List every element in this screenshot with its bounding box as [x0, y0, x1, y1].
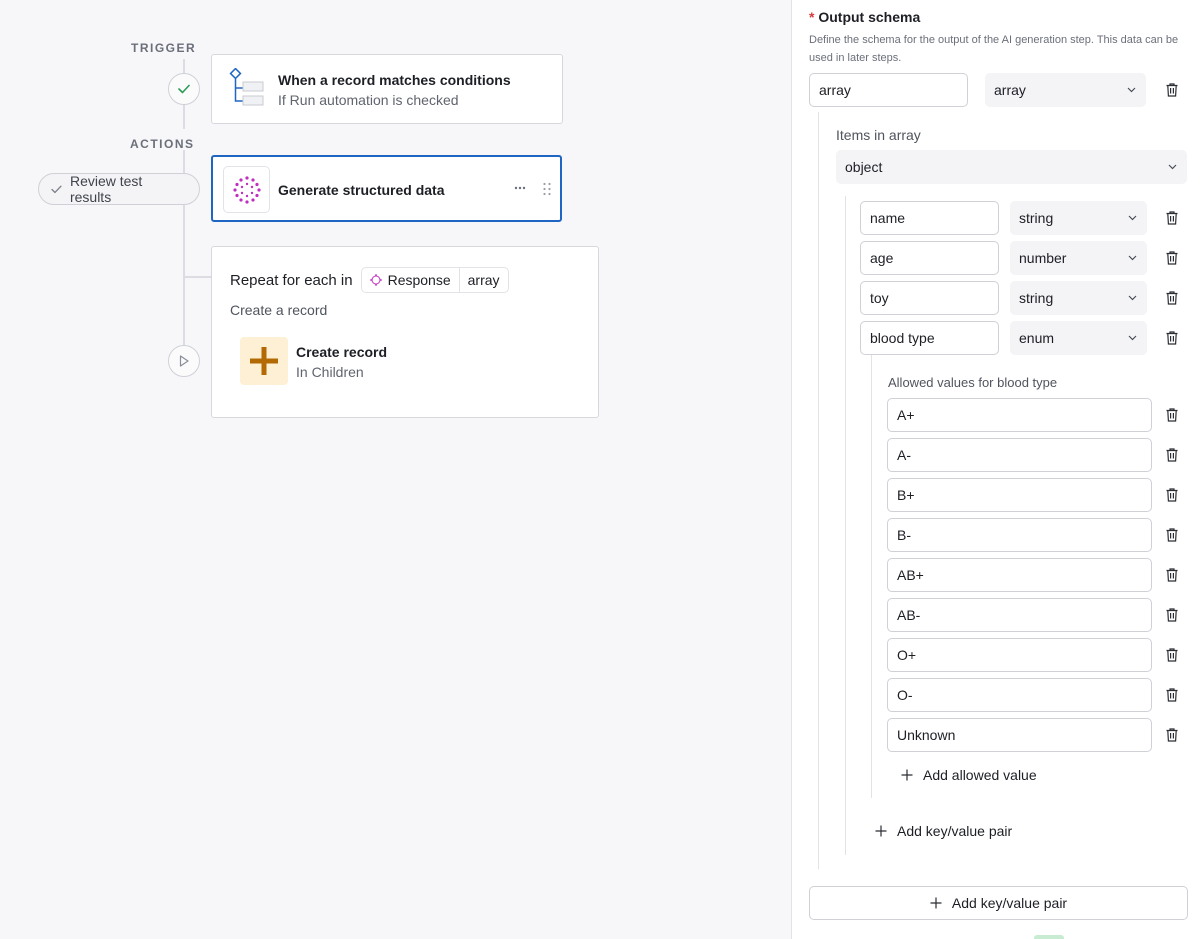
- trash-icon[interactable]: [1164, 487, 1180, 503]
- trigger-section-label: TRIGGER: [131, 41, 197, 55]
- nesting-guide: [871, 355, 872, 798]
- check-icon: [51, 185, 62, 193]
- root-type-select[interactable]: array: [985, 73, 1146, 107]
- items-in-array-label: Items in array: [836, 127, 921, 143]
- add-allowed-value-button[interactable]: Add allowed value: [901, 767, 1037, 783]
- field-type-select[interactable]: enum: [1010, 321, 1147, 355]
- trash-icon[interactable]: [1164, 447, 1180, 463]
- field-type-select[interactable]: string: [1010, 281, 1147, 315]
- scroll-indicator: [1034, 935, 1064, 939]
- allowed-value-input[interactable]: Unknown: [887, 718, 1152, 752]
- drag-handle-icon[interactable]: [542, 182, 552, 196]
- automation-canvas: TRIGGER ACTIONS When a record matches co…: [0, 0, 791, 939]
- check-icon: [178, 84, 190, 94]
- root-name-input[interactable]: array: [809, 73, 968, 107]
- allowed-values-label: Allowed values for blood type: [888, 375, 1058, 390]
- field-type-value: enum: [1019, 330, 1055, 346]
- trash-icon[interactable]: [1164, 527, 1180, 543]
- trash-icon[interactable]: [1164, 82, 1180, 98]
- create-record-title: Create record: [296, 344, 388, 360]
- chevron-down-icon: [1128, 215, 1137, 221]
- play-icon: [179, 355, 189, 367]
- plus-icon: [240, 337, 288, 385]
- ellipsis-icon[interactable]: [513, 181, 527, 195]
- repeat-for-each-card[interactable]: Repeat for each in Response array Create…: [211, 246, 599, 418]
- field-type-value: string: [1019, 210, 1054, 226]
- field-name-input[interactable]: blood type: [860, 321, 999, 355]
- test-step-button[interactable]: [168, 345, 200, 377]
- chevron-down-icon: [1128, 335, 1137, 341]
- review-test-results-label: Review test results: [69, 173, 143, 205]
- ai-step-title: Generate structured data: [278, 182, 445, 198]
- allowed-value-input[interactable]: B-: [887, 518, 1152, 552]
- output-schema-description: Define the schema for the output of the …: [809, 34, 1179, 64]
- trigger-subtitle: If Run automation is checked: [278, 92, 459, 108]
- trigger-card[interactable]: When a record matches conditions If Run …: [211, 54, 563, 124]
- ai-sparkle-icon: [369, 274, 382, 286]
- repeat-title: Repeat for each in: [230, 271, 353, 289]
- chevron-down-icon: [1168, 164, 1177, 170]
- required-marker: *: [809, 9, 815, 25]
- chevron-down-icon: [1128, 295, 1137, 301]
- trigger-success-indicator: [168, 73, 200, 105]
- field-type-select[interactable]: string: [1010, 201, 1147, 235]
- trash-icon[interactable]: [1164, 647, 1180, 663]
- allowed-value-input[interactable]: O+: [887, 638, 1152, 672]
- root-type-value: array: [994, 82, 1026, 98]
- allowed-value-input[interactable]: A+: [887, 398, 1152, 432]
- add-key-value-pair-inner-button[interactable]: Add key/value pair: [875, 823, 1012, 839]
- connector-branch: [183, 276, 213, 278]
- field-name-input[interactable]: age: [860, 241, 999, 275]
- trash-icon[interactable]: [1164, 330, 1180, 346]
- repeat-header: Repeat for each in Response array: [230, 267, 509, 293]
- repeat-subtitle: Create a record: [230, 302, 328, 318]
- trash-icon[interactable]: [1164, 290, 1180, 306]
- nesting-guide: [818, 112, 819, 869]
- items-type-value: object: [845, 159, 883, 175]
- response-array-chip[interactable]: Response array: [360, 267, 509, 293]
- trash-icon[interactable]: [1164, 407, 1180, 423]
- trash-icon[interactable]: [1164, 727, 1180, 743]
- allowed-value-input[interactable]: A-: [887, 438, 1152, 472]
- add-key-value-pair-outer-button[interactable]: Add key/value pair: [809, 886, 1188, 920]
- allowed-value-input[interactable]: AB-: [887, 598, 1152, 632]
- add-allowed-value-label: Add allowed value: [923, 767, 1037, 783]
- chip-type-label: array: [467, 272, 500, 288]
- output-schema-heading: * Output schema: [809, 9, 920, 25]
- record-conditions-icon: [229, 67, 265, 108]
- items-type-select[interactable]: object: [836, 150, 1187, 184]
- plus-icon: [901, 769, 913, 781]
- field-name-input[interactable]: name: [860, 201, 999, 235]
- field-name-input[interactable]: toy: [860, 281, 999, 315]
- output-schema-panel: * Output schema Define the schema for th…: [791, 0, 1203, 939]
- create-record-subtitle: In Children: [296, 364, 364, 380]
- allowed-value-input[interactable]: B+: [887, 478, 1152, 512]
- trash-icon[interactable]: [1164, 607, 1180, 623]
- chevron-down-icon: [1127, 87, 1136, 93]
- plus-icon: [875, 825, 887, 837]
- chevron-down-icon: [1128, 255, 1137, 261]
- review-test-results-button[interactable]: Review test results: [38, 173, 200, 205]
- output-schema-title: Output schema: [818, 9, 921, 25]
- chip-source-label: Response: [387, 272, 451, 288]
- add-key-value-pair-inner-label: Add key/value pair: [897, 823, 1013, 839]
- trash-icon[interactable]: [1164, 210, 1180, 226]
- field-type-value: number: [1019, 250, 1067, 266]
- allowed-value-input[interactable]: O-: [887, 678, 1152, 712]
- ai-sparkle-icon: [223, 166, 270, 213]
- generate-structured-data-card[interactable]: Generate structured data: [211, 155, 562, 222]
- field-type-value: string: [1019, 290, 1054, 306]
- field-type-select[interactable]: number: [1010, 241, 1147, 275]
- trash-icon[interactable]: [1164, 687, 1180, 703]
- plus-icon: [930, 897, 942, 909]
- allowed-value-input[interactable]: AB+: [887, 558, 1152, 592]
- trash-icon[interactable]: [1164, 567, 1180, 583]
- nesting-guide: [845, 196, 846, 855]
- trash-icon[interactable]: [1164, 250, 1180, 266]
- add-key-value-pair-outer-label: Add key/value pair: [951, 895, 1068, 911]
- actions-section-label: ACTIONS: [130, 137, 195, 151]
- trigger-title: When a record matches conditions: [278, 72, 511, 88]
